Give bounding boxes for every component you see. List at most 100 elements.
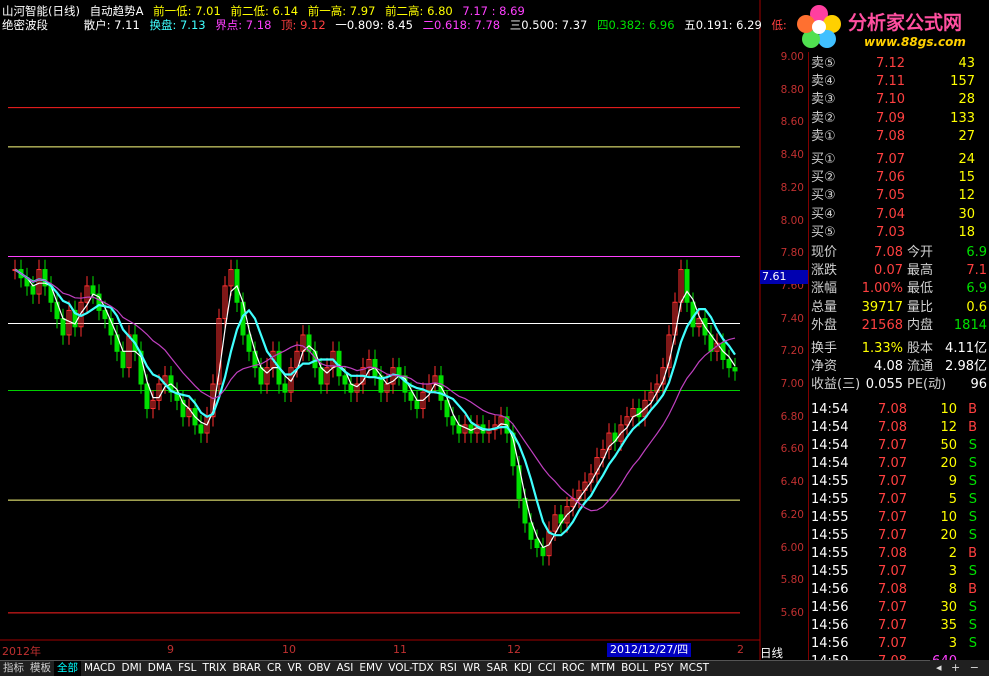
sell-level-row[interactable]: 卖④ 7.11 157 — [811, 73, 975, 91]
quote-label: 最高 — [907, 263, 934, 279]
quote-label: 净资 — [811, 359, 838, 375]
quote-label: 换手 — [811, 341, 838, 356]
fib-3: 三0.500: 7.37 — [509, 18, 588, 32]
tab-mtm[interactable]: MTM — [588, 661, 619, 676]
tick-row[interactable]: 14:54 7.08 10 B — [811, 401, 977, 419]
tab-fsl[interactable]: FSL — [175, 661, 199, 676]
tab-dmi[interactable]: DMI — [118, 661, 144, 676]
candle-body — [60, 318, 66, 336]
x-label-10: 10 — [282, 643, 296, 656]
price-tick-label: 6.00 — [780, 541, 804, 554]
price-tick-label: 5.60 — [780, 606, 804, 619]
candle-body — [318, 367, 324, 385]
tick-price: 7.08 — [878, 402, 907, 417]
buy-level-row[interactable]: 买② 7.06 15 — [811, 169, 975, 187]
scroll-left-icon[interactable]: ◂ — [936, 661, 942, 674]
tab-kdj[interactable]: KDJ — [511, 661, 535, 676]
tick-time: 14:56 — [811, 582, 849, 597]
tick-row[interactable]: 14:55 7.08 2 B — [811, 545, 977, 563]
tick-row[interactable]: 14:55 7.07 20 S — [811, 527, 977, 545]
tick-row[interactable]: 14:56 7.07 30 S — [811, 599, 977, 617]
tab-emv[interactable]: EMV — [356, 661, 385, 676]
tick-row[interactable]: 14:56 7.07 3 S — [811, 635, 977, 653]
quote-value: 4.08 — [874, 359, 903, 375]
buy-level-row[interactable]: 买⑤ 7.03 18 — [811, 224, 975, 242]
extension: 7.17 : 8.69 — [462, 4, 525, 18]
tick-row[interactable]: 14:56 7.08 8 B — [811, 581, 977, 599]
quote-row: 涨跌 0.07 最高 7.1 — [811, 262, 987, 280]
top-value: 顶: 9.12 — [281, 18, 326, 32]
level-volume: 28 — [958, 92, 975, 108]
tab-psy[interactable]: PSY — [651, 661, 676, 676]
quote-row: 总量 39717 量比 0.6 — [811, 299, 987, 317]
tab-wr[interactable]: WR — [460, 661, 484, 676]
tick-row[interactable]: 14:54 7.07 20 S — [811, 455, 977, 473]
tick-volume: 3 — [948, 564, 957, 579]
kline-svg[interactable] — [0, 0, 808, 660]
tab-brar[interactable]: BRAR — [229, 661, 264, 676]
prev-low-2: 前二低: 6.14 — [230, 4, 299, 18]
tick-side: B — [968, 582, 977, 597]
tab-obv[interactable]: OBV — [305, 661, 333, 676]
tick-time: 14:56 — [811, 600, 849, 615]
indicator-name[interactable]: 自动趋势A — [90, 4, 144, 18]
zoom-out-icon[interactable]: − — [970, 661, 979, 674]
tick-row[interactable]: 14:55 7.07 10 S — [811, 509, 977, 527]
quote-value: 7.08 — [874, 245, 903, 260]
tab-dma[interactable]: DMA — [145, 661, 175, 676]
level-price: 7.04 — [876, 206, 905, 222]
tab-全部[interactable]: 全部 — [54, 661, 81, 676]
candle-body — [258, 367, 264, 385]
tick-row[interactable]: 14:55 7.07 5 S — [811, 491, 977, 509]
sell-level-row[interactable]: 卖③ 7.10 28 — [811, 91, 975, 109]
tab-asi[interactable]: ASI — [333, 661, 356, 676]
flower-logo-icon — [797, 5, 841, 48]
level-label: 买③ — [811, 188, 836, 204]
tick-volume: 9 — [948, 474, 957, 489]
tick-side: S — [968, 636, 977, 651]
quote-label: 涨幅 — [811, 281, 838, 297]
zoom-in-icon[interactable]: + — [951, 661, 960, 674]
tick-row[interactable]: 14:56 7.07 35 S — [811, 617, 977, 635]
tab-mcst[interactable]: MCST — [677, 661, 712, 676]
tick-price: 7.07 — [878, 492, 907, 507]
quote-value: 2.98亿 — [945, 359, 987, 375]
tab-cr[interactable]: CR — [264, 661, 285, 676]
tick-side: B — [968, 420, 977, 435]
tab-vol-tdx[interactable]: VOL-TDX — [385, 661, 436, 676]
tick-side: B — [968, 546, 977, 561]
tick-volume: 2 — [948, 546, 957, 561]
quote-label: 总量 — [811, 299, 838, 315]
buy-level-row[interactable]: 买① 7.07 24 — [811, 151, 975, 169]
tab-trix[interactable]: TRIX — [199, 661, 229, 676]
buy-level-row[interactable]: 买④ 7.04 30 — [811, 206, 975, 224]
tab-模板[interactable]: 模板 — [27, 661, 54, 676]
buy-level-row[interactable]: 买③ 7.05 12 — [811, 187, 975, 205]
sell-level-row[interactable]: 卖② 7.09 133 — [811, 110, 975, 128]
tab-vr[interactable]: VR — [285, 661, 305, 676]
price-tick-label: 9.00 — [780, 51, 804, 63]
quote-panel: 卖⑤ 7.12 43 卖④ 7.11 157 卖③ 7.10 28 卖② 7.09 133 卖① 7.08… — [808, 0, 989, 669]
logo-url: www.88gs.com — [864, 35, 966, 49]
tab-指标[interactable]: 指标 — [0, 661, 27, 676]
tick-time: 14:54 — [811, 420, 849, 435]
sell-level-row[interactable]: 卖① 7.08 27 — [811, 128, 975, 146]
quote-value: 21568 — [861, 317, 903, 333]
tick-row[interactable]: 14:54 7.07 50 S — [811, 437, 977, 455]
tab-rsi[interactable]: RSI — [437, 661, 460, 676]
quote-value: 4.11亿 — [945, 341, 987, 356]
kline-chart[interactable] — [0, 0, 761, 660]
tab-macd[interactable]: MACD — [81, 661, 118, 676]
tab-roc[interactable]: ROC — [559, 661, 588, 676]
period-label[interactable]: 日线 — [760, 645, 808, 660]
tick-row[interactable]: 14:55 7.07 9 S — [811, 473, 977, 491]
tab-sar[interactable]: SAR — [484, 661, 511, 676]
sell-level-row[interactable]: 卖⑤ 7.12 43 — [811, 55, 975, 73]
tick-row[interactable]: 14:54 7.08 12 B — [811, 419, 977, 437]
tick-side: S — [968, 456, 977, 471]
tick-time: 14:55 — [811, 474, 849, 489]
tab-boll[interactable]: BOLL — [618, 661, 651, 676]
candle-body — [198, 424, 204, 434]
tab-cci[interactable]: CCI — [535, 661, 559, 676]
tick-row[interactable]: 14:55 7.07 3 S — [811, 563, 977, 581]
